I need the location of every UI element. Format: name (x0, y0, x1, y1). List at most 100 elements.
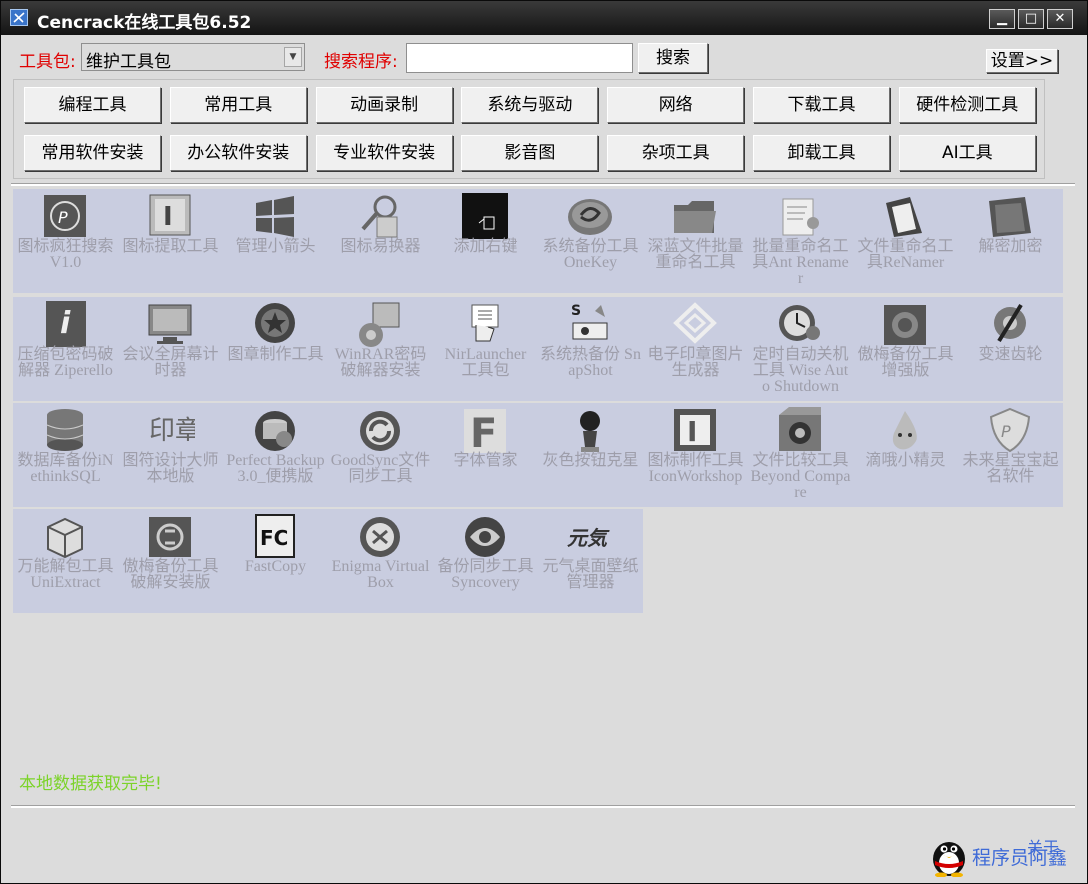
svg-text:I: I (687, 415, 697, 448)
tool-item[interactable]: 滴哦小精灵 (853, 403, 958, 507)
tool-item[interactable]: FC FastCopy (223, 509, 328, 613)
tool-item[interactable]: 会议全屏幕计时器 (118, 297, 223, 401)
minimize-button[interactable]: ▁ (989, 9, 1015, 29)
svg-text:F: F (470, 411, 497, 453)
tool-item[interactable]: WinRAR密码破解器安装 (328, 297, 433, 401)
close-button[interactable]: ✕ (1047, 9, 1073, 29)
tool-item[interactable]: 定时自动关机工具 Wise Auto Shutdown (748, 297, 853, 401)
tool-item[interactable]: S 系统热备份 SnapShot (538, 297, 643, 401)
tool-item[interactable]: 添加右键 (433, 189, 538, 293)
category-button[interactable]: 专业软件安装 (315, 135, 453, 171)
tool-item[interactable]: 备份同步工具Syncovery (433, 509, 538, 613)
category-button[interactable]: 杂项工具 (607, 135, 745, 171)
tool-item[interactable]: 解密加密 (958, 189, 1063, 293)
svg-text:印章: 印章 (149, 416, 195, 446)
tool-item[interactable]: P 未来星宝宝起名软件 (958, 403, 1063, 507)
tool-label: GoodSync文件同步工具 (330, 452, 431, 485)
font-icon: F (460, 407, 510, 457)
folder-encrypt-icon (985, 193, 1035, 239)
tool-item[interactable]: 灰色按钮克星 (538, 403, 643, 507)
category-button[interactable]: 办公软件安装 (169, 135, 307, 171)
tool-grid: P 图标疯狂搜索 V1.0 I 图标提取工具 管理小箭头 图标易换器 添加右键 系统备份工具O… (13, 189, 1063, 613)
package-select-value: 维护工具包 (86, 52, 171, 72)
sonic-icon (565, 407, 615, 453)
tool-item[interactable]: 文件重命名工具ReNamer (853, 189, 958, 293)
tool-item[interactable]: 批量重命名工具Ant Renamer (748, 189, 853, 293)
tool-label: 系统备份工具OneKey (542, 238, 639, 271)
tool-label: 定时自动关机工具 Wise Auto Shutdown (752, 346, 849, 395)
tool-item[interactable]: i 压缩包密码破解器 Ziperello (13, 297, 118, 401)
tool-item[interactable]: I 图标提取工具 (118, 189, 223, 293)
tool-item[interactable]: Perfect Backup 3.0_便携版 (223, 403, 328, 507)
tool-item[interactable]: 变速齿轮 (958, 297, 1063, 401)
box-icon (40, 513, 90, 559)
tool-label: 添加右键 (453, 238, 518, 255)
tool-item[interactable]: 系统备份工具OneKey (538, 189, 643, 293)
search-label: 搜索程序: (324, 52, 398, 72)
category-button[interactable]: 硬件检测工具 (898, 87, 1036, 123)
package-select[interactable]: 维护工具包 ▼ (81, 43, 305, 72)
syncovery-icon (460, 513, 510, 559)
icon-crazy-icon: P (40, 193, 90, 239)
tool-label: FastCopy (244, 558, 307, 575)
category-button[interactable]: 动画录制 (315, 87, 453, 123)
icon-changer-icon (355, 193, 405, 239)
category-button[interactable]: 下载工具 (753, 87, 890, 123)
category-button[interactable]: 影音图 (461, 135, 599, 171)
tool-item[interactable]: 管理小箭头 (223, 189, 328, 293)
aomei-icon (880, 301, 930, 347)
tool-item[interactable]: I 图标制作工具IconWorkshop (643, 403, 748, 507)
onekey-icon (565, 193, 615, 239)
tool-label: 电子印章图片生成器 (647, 346, 744, 379)
seal-text-icon: 印章 (145, 407, 201, 453)
tool-item[interactable]: 元気 元气桌面壁纸管理器 (538, 509, 643, 613)
title-bar[interactable]: Cencrack在线工具包6.52 ▁ □ ✕ (1, 1, 1087, 35)
about-link[interactable]: 关于 (1027, 834, 1059, 858)
category-button[interactable]: 网络 (607, 87, 745, 123)
tool-item[interactable]: F 字体管家 (433, 403, 538, 507)
svg-text:i: i (60, 306, 71, 341)
tool-label: 会议全屏幕计时器 (122, 346, 219, 379)
tool-item[interactable]: 万能解包工具 UniExtract (13, 509, 118, 613)
windows-logo-icon (250, 193, 300, 239)
tool-item[interactable]: GoodSync文件同步工具 (328, 403, 433, 507)
search-button[interactable]: 搜索 (638, 43, 708, 73)
tool-label: 压缩包密码破解器 Ziperello (17, 346, 114, 379)
clock-icon (775, 301, 825, 347)
monitor-icon (145, 301, 195, 347)
snapshot-icon: S (565, 301, 615, 347)
nirlauncher-icon (460, 301, 510, 347)
category-button[interactable]: 系统与驱动 (461, 87, 599, 123)
category-button[interactable]: 常用工具 (169, 87, 307, 123)
tool-item[interactable]: 电子印章图片生成器 (643, 297, 748, 401)
tool-item[interactable]: Enigma Virtual Box (328, 509, 433, 613)
tool-label: 深蓝文件批量重命名工具 (647, 238, 744, 271)
category-button[interactable]: 卸载工具 (753, 135, 890, 171)
tool-item[interactable]: 傲梅备份工具破解安装版 (118, 509, 223, 613)
tool-item[interactable]: 数据库备份iNethinkSQL (13, 403, 118, 507)
tool-label: 管理小箭头 (235, 238, 316, 255)
tool-label: 变速齿轮 (978, 346, 1043, 363)
settings-button[interactable]: 设置>> (986, 49, 1058, 73)
tool-label: 傲梅备份工具破解安装版 (122, 558, 219, 591)
category-button[interactable]: AI工具 (898, 135, 1036, 171)
search-input[interactable] (406, 43, 633, 73)
winrar-crack-icon (355, 301, 405, 347)
maximize-button[interactable]: □ (1018, 9, 1044, 29)
tool-item[interactable]: 傲梅备份工具增强版 (853, 297, 958, 401)
tool-label: 图标疯狂搜索 V1.0 (17, 238, 114, 271)
category-button[interactable]: 编程工具 (24, 87, 161, 123)
tool-item[interactable]: 文件比较工具Beyond Compare (748, 403, 853, 507)
tool-item[interactable]: 印章 图符设计大师本地版 (118, 403, 223, 507)
tool-item[interactable]: 图章制作工具 (223, 297, 328, 401)
tool-item[interactable]: 图标易换器 (328, 189, 433, 293)
qq-penguin-icon (933, 842, 965, 877)
enigma-icon (355, 513, 405, 559)
tool-item[interactable]: 深蓝文件批量重命名工具 (643, 189, 748, 293)
svg-text:I: I (163, 202, 173, 232)
category-button[interactable]: 常用软件安装 (24, 135, 161, 171)
tool-item[interactable]: NirLauncher 工具包 (433, 297, 538, 401)
chevron-down-icon[interactable]: ▼ (284, 47, 302, 67)
tool-item[interactable]: P 图标疯狂搜索 V1.0 (13, 189, 118, 293)
goodsync-icon (355, 407, 405, 453)
